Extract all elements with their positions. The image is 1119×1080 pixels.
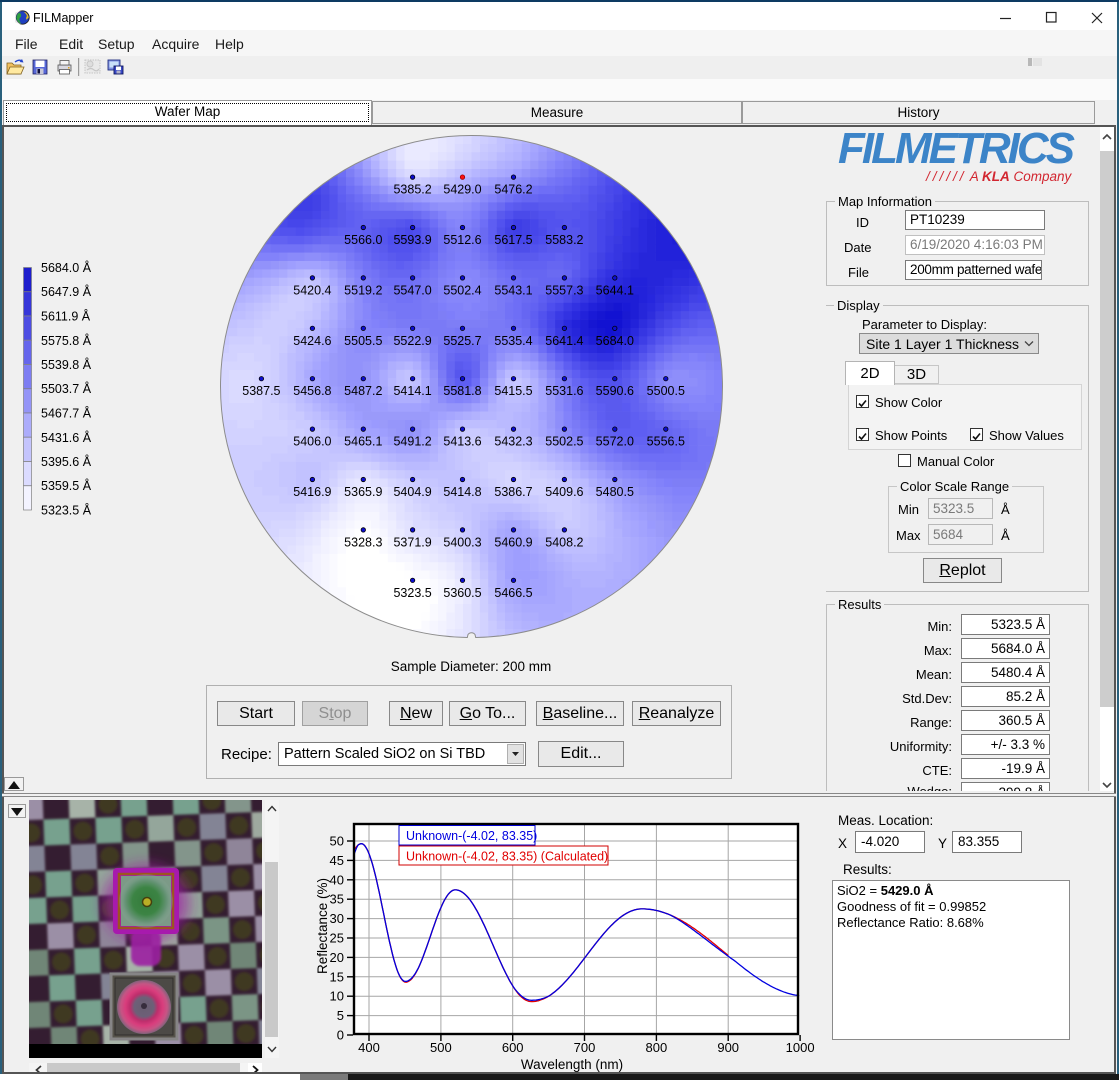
svg-text:25: 25 <box>330 931 344 946</box>
svg-text:Unknown-(-4.02, 83.35) (Calcul: Unknown-(-4.02, 83.35) (Calculated) <box>406 850 608 864</box>
svg-text:5385.2: 5385.2 <box>393 183 431 197</box>
svg-text:5644.1: 5644.1 <box>596 283 634 297</box>
svg-text:5476.2: 5476.2 <box>494 183 532 197</box>
svg-text:5547.0: 5547.0 <box>393 283 431 297</box>
svg-text:5408.2: 5408.2 <box>545 535 583 549</box>
svg-text:5539.8 Å: 5539.8 Å <box>41 357 92 372</box>
svg-text:600: 600 <box>502 1040 524 1055</box>
svg-text:5535.4: 5535.4 <box>494 334 532 348</box>
svg-text:5386.7: 5386.7 <box>494 485 532 499</box>
svg-text:5466.5: 5466.5 <box>494 586 532 600</box>
svg-text:5617.5: 5617.5 <box>494 233 532 247</box>
svg-text:5647.9 Å: 5647.9 Å <box>41 284 92 299</box>
svg-text:5502.4: 5502.4 <box>443 283 481 297</box>
svg-text:5519.2: 5519.2 <box>344 283 382 297</box>
svg-text:5431.6 Å: 5431.6 Å <box>41 430 92 445</box>
svg-text:30: 30 <box>330 911 344 926</box>
svg-text:5424.6: 5424.6 <box>293 334 331 348</box>
svg-text:5641.4: 5641.4 <box>545 334 583 348</box>
svg-text:5360.5: 5360.5 <box>443 586 481 600</box>
svg-text:5502.5: 5502.5 <box>545 435 583 449</box>
svg-text:5557.3: 5557.3 <box>545 283 583 297</box>
svg-text:5491.2: 5491.2 <box>393 435 431 449</box>
svg-text:5684.0: 5684.0 <box>596 334 634 348</box>
svg-text:400: 400 <box>358 1040 380 1055</box>
svg-text:700: 700 <box>574 1040 596 1055</box>
svg-text:45: 45 <box>330 853 344 868</box>
svg-text:5414.1: 5414.1 <box>393 384 431 398</box>
svg-text:Unknown-(-4.02, 83.35): Unknown-(-4.02, 83.35) <box>406 829 537 843</box>
svg-text:5365.9: 5365.9 <box>344 485 382 499</box>
svg-text:5409.6: 5409.6 <box>545 485 583 499</box>
svg-text:5371.9: 5371.9 <box>393 535 431 549</box>
svg-text:0: 0 <box>337 1028 344 1043</box>
svg-text:20: 20 <box>330 950 344 965</box>
svg-text:5: 5 <box>337 1008 344 1023</box>
svg-text:5406.0: 5406.0 <box>293 435 331 449</box>
svg-text:5684.0 Å: 5684.0 Å <box>41 260 92 275</box>
svg-text:15: 15 <box>330 969 344 984</box>
svg-text:5415.5: 5415.5 <box>494 384 532 398</box>
svg-text:500: 500 <box>430 1040 452 1055</box>
svg-text:35: 35 <box>330 892 344 907</box>
svg-text:5323.5: 5323.5 <box>393 586 431 600</box>
svg-text:5512.6: 5512.6 <box>443 233 481 247</box>
svg-text:5432.3: 5432.3 <box>494 435 532 449</box>
svg-text:5556.5: 5556.5 <box>647 435 685 449</box>
svg-text:1000: 1000 <box>786 1040 815 1055</box>
svg-text:5387.5: 5387.5 <box>242 384 280 398</box>
svg-text:10: 10 <box>330 989 344 1004</box>
svg-text:50: 50 <box>330 834 344 849</box>
svg-text:5487.2: 5487.2 <box>344 384 382 398</box>
svg-text:5429.0: 5429.0 <box>443 183 481 197</box>
svg-text:5328.3: 5328.3 <box>344 535 382 549</box>
svg-text:5465.1: 5465.1 <box>344 435 382 449</box>
svg-text:Reflectance (%): Reflectance (%) <box>315 878 330 974</box>
svg-text:5404.9: 5404.9 <box>393 485 431 499</box>
svg-text:5480.5: 5480.5 <box>596 485 634 499</box>
svg-text:800: 800 <box>646 1040 668 1055</box>
svg-text:5531.6: 5531.6 <box>545 384 583 398</box>
svg-text:5359.5 Å: 5359.5 Å <box>41 478 92 493</box>
svg-text:5543.1: 5543.1 <box>494 283 532 297</box>
svg-text:5505.5: 5505.5 <box>344 334 382 348</box>
svg-text:5572.0: 5572.0 <box>596 435 634 449</box>
svg-text:5566.0: 5566.0 <box>344 233 382 247</box>
svg-text:5416.9: 5416.9 <box>293 485 331 499</box>
svg-text:5583.2: 5583.2 <box>545 233 583 247</box>
svg-text:5575.8 Å: 5575.8 Å <box>41 333 92 348</box>
svg-text:5522.9: 5522.9 <box>393 334 431 348</box>
svg-text:5503.7 Å: 5503.7 Å <box>41 381 92 396</box>
svg-text:5413.6: 5413.6 <box>443 435 481 449</box>
svg-text:5456.8: 5456.8 <box>293 384 331 398</box>
svg-text:5414.8: 5414.8 <box>443 485 481 499</box>
svg-text:5420.4: 5420.4 <box>293 283 331 297</box>
svg-text:5611.9 Å: 5611.9 Å <box>41 309 91 324</box>
svg-text:5395.6 Å: 5395.6 Å <box>41 454 92 469</box>
svg-text:5590.6: 5590.6 <box>596 384 634 398</box>
svg-text:Wavelength (nm): Wavelength (nm) <box>521 1057 623 1072</box>
svg-text:5581.8: 5581.8 <box>443 384 481 398</box>
svg-text:5593.9: 5593.9 <box>393 233 431 247</box>
svg-text:5525.7: 5525.7 <box>443 334 481 348</box>
svg-text:5400.3: 5400.3 <box>443 535 481 549</box>
svg-text:5500.5: 5500.5 <box>647 384 685 398</box>
svg-text:5323.5 Å: 5323.5 Å <box>41 503 92 518</box>
svg-text:5467.7 Å: 5467.7 Å <box>41 406 92 421</box>
svg-text:5460.9: 5460.9 <box>494 535 532 549</box>
svg-text:900: 900 <box>717 1040 739 1055</box>
svg-text:Sample Diameter: 200 mm: Sample Diameter: 200 mm <box>391 659 552 674</box>
svg-text:40: 40 <box>330 872 344 887</box>
